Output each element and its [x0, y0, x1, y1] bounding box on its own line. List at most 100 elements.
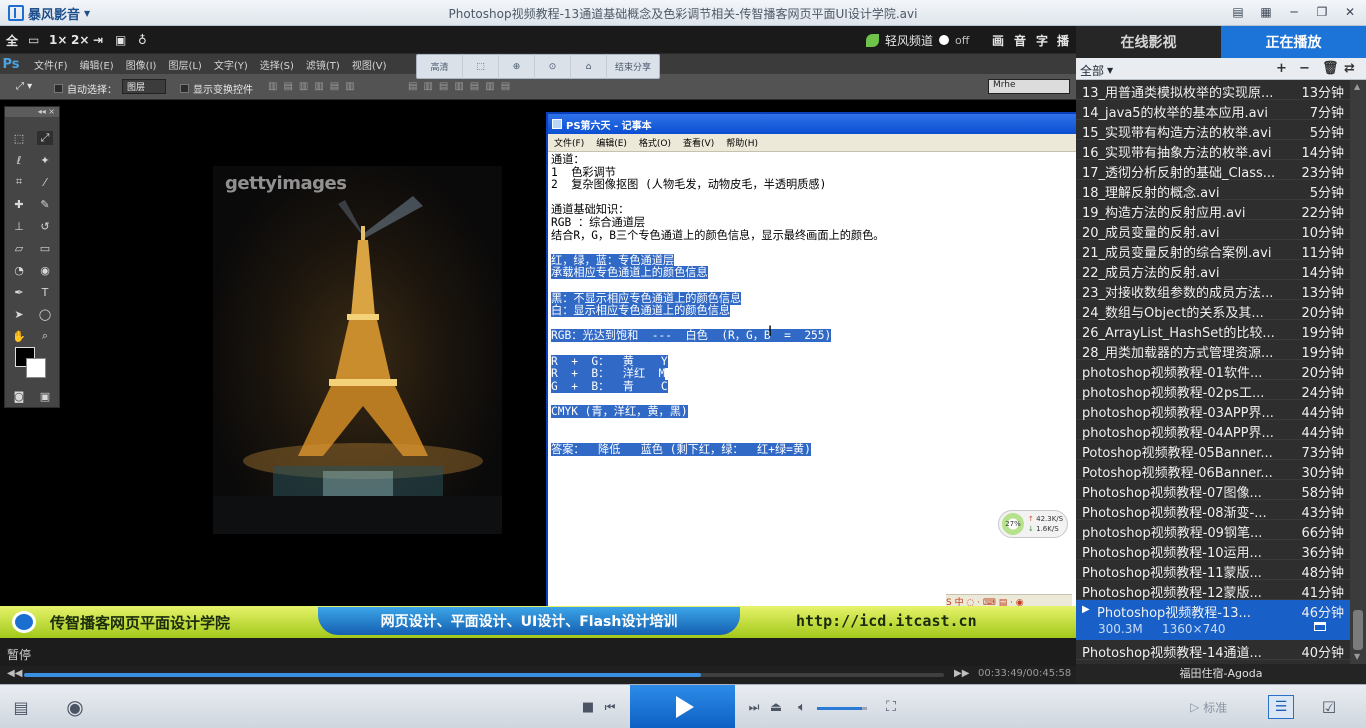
stop-button[interactable]: ■: [580, 699, 596, 715]
filter-all-dropdown[interactable]: 全部 ▼: [1080, 62, 1113, 79]
mini-mode-icon[interactable]: ▭: [28, 32, 39, 48]
transform-option: 显示变换控件: [180, 81, 253, 96]
playlist-scrollbar[interactable]: ▲ ▼: [1350, 80, 1366, 664]
fullscreen-button[interactable]: 全: [6, 32, 18, 48]
play-button[interactable]: [630, 685, 735, 728]
playlist-item[interactable]: 26_ArrayList_HashSet的比较... 19分钟: [1076, 320, 1350, 341]
subtitle-button[interactable]: 字: [1036, 32, 1048, 48]
size-1x-button[interactable]: 1×: [49, 32, 67, 48]
crop-icon[interactable]: ⬚: [463, 54, 499, 79]
file-size: 300.3M: [1098, 622, 1143, 636]
playlist-item[interactable]: photoshop视频教程-03APP界... 44分钟: [1076, 400, 1350, 421]
trash-icon[interactable]: 🗑︎: [1322, 61, 1339, 76]
layer-select: 图层: [122, 79, 166, 94]
pin-icon[interactable]: ⇥: [93, 32, 103, 48]
auto-select-option: 自动选择：: [54, 81, 117, 96]
target-icon[interactable]: ⊕: [499, 54, 535, 79]
video-frame[interactable]: Ps 文件(F) 编辑(E) 图像(I) 图层(L) 文字(Y) 选择(S) 滤…: [0, 54, 1076, 638]
screenshot-icon[interactable]: ▣: [115, 32, 126, 48]
playlist-item-name: 18_理解反射的概念.avi: [1082, 186, 1220, 201]
scroll-up-icon[interactable]: ▲: [1354, 82, 1360, 91]
playlist-item[interactable]: 28_用类加载器的方式管理资源... 19分钟: [1076, 340, 1350, 361]
playlist-item[interactable]: photoshop视频教程-02ps工... 24分钟: [1076, 380, 1350, 401]
playlist-item[interactable]: 23_对接收数组参数的成员方法... 13分钟: [1076, 280, 1350, 301]
playlist-toggle-button[interactable]: ☰: [1268, 695, 1294, 719]
open-folder-icon[interactable]: [1314, 622, 1326, 631]
playlist-item-name: 21_成员变量反射的综合案例.avi: [1082, 246, 1272, 261]
notepad-line-text: 白：显示相应专色通道上的颜色信息: [551, 304, 731, 318]
playlist-item[interactable]: Photoshop视频教程-14通道... 40分钟: [1076, 640, 1350, 661]
eject-icon[interactable]: ⏏: [768, 699, 784, 715]
playlist-item[interactable]: Photoshop视频教程-12蒙版... 41分钟: [1076, 580, 1350, 601]
playlist-item[interactable]: 16_实现带有抽象方法的枚举.avi 14分钟: [1076, 140, 1350, 161]
lightbulb-icon[interactable]: ♁: [138, 32, 147, 48]
playlist-item[interactable]: 18_理解反射的概念.avi 5分钟: [1076, 180, 1350, 201]
playback-button[interactable]: 播: [1057, 32, 1069, 48]
previous-button[interactable]: ⏮: [602, 699, 618, 715]
skin-icon[interactable]: ▦: [1258, 4, 1274, 20]
feedback-icon[interactable]: ▤: [1230, 4, 1246, 20]
remove-icon[interactable]: −: [1299, 61, 1310, 76]
sort-icon[interactable]: ⇄: [1344, 61, 1355, 76]
end-share-button[interactable]: 结束分享: [607, 54, 659, 79]
tab-online-video[interactable]: 在线影视: [1076, 26, 1221, 58]
quality-standard-button[interactable]: ▷ 标准: [1190, 697, 1227, 717]
next-button[interactable]: ⏭: [746, 699, 762, 715]
volume-icon[interactable]: 🔈︎: [794, 699, 810, 715]
minimize-button[interactable]: ─: [1286, 4, 1302, 20]
playlist-item[interactable]: 20_成员变量的反射.avi 10分钟: [1076, 220, 1350, 241]
size-2x-button[interactable]: 2×: [71, 32, 89, 48]
hd-button[interactable]: 高清: [417, 54, 463, 79]
healing-tool-icon: ✚: [14, 197, 24, 211]
gradient-tool-icon: ▭: [39, 241, 51, 255]
lightwind-toggle[interactable]: 轻风频道 off: [866, 30, 969, 50]
playlist-item[interactable]: photoshop视频教程-01软件... 20分钟: [1076, 360, 1350, 381]
playlist-item-duration: 10分钟: [1301, 226, 1344, 241]
ps-menu-layer: 图层(L): [168, 60, 202, 72]
scroll-down-icon[interactable]: ▼: [1354, 652, 1360, 661]
volume-slider[interactable]: [817, 707, 867, 710]
playlist-item[interactable]: 19_构造方法的反射应用.avi 22分钟: [1076, 200, 1350, 221]
toolbox-icon[interactable]: ▤: [8, 697, 34, 717]
playlist-item[interactable]: 17_透彻分析反射的基础_Class... 23分钟: [1076, 160, 1350, 181]
playlist-item[interactable]: 15_实现带有构造方法的枚举.avi 5分钟: [1076, 120, 1350, 141]
audio-button[interactable]: 音: [1014, 32, 1026, 48]
notepad-window: PS第六天 - 记事本 文件(F) 编辑(E) 格式(O) 查看(V) 帮助(H…: [546, 112, 1076, 638]
notepad-line-text: RGB：光达到饱和 --- 白色 (R，G，B = 255): [551, 329, 832, 343]
maximize-button[interactable]: ❐: [1314, 4, 1330, 20]
close-button[interactable]: ✕: [1342, 4, 1358, 20]
ad-footer[interactable]: 福田住宿-Agoda: [1076, 664, 1366, 684]
playlist-item-duration: 11分钟: [1301, 246, 1344, 261]
playlist-item[interactable]: 13_用普通类模拟枚举的实现原... 13分钟: [1076, 80, 1350, 101]
lightwind-label: 轻风频道: [885, 33, 934, 48]
check-box-icon[interactable]: ☑: [1316, 697, 1342, 717]
playlist-item[interactable]: 21_成员变量反射的综合案例.avi 11分钟: [1076, 240, 1350, 261]
eye-icon[interactable]: ◉: [56, 695, 94, 719]
playlist-item[interactable]: Photoshop视频教程-11蒙版... 48分钟: [1076, 560, 1350, 581]
scroll-thumb[interactable]: [1353, 610, 1363, 650]
playlist-item[interactable]: Potoshop视频教程-06Banner... 30分钟: [1076, 460, 1350, 481]
volume-level: [817, 707, 862, 710]
seek-bar[interactable]: [24, 673, 944, 677]
rewind-icon[interactable]: ◀◀: [7, 668, 22, 679]
playlist-item-current[interactable]: ▶ Photoshop视频教程-13... 46分钟 300.3M 1360×740: [1076, 600, 1350, 640]
playlist-item[interactable]: 22_成员方法的反射.avi 14分钟: [1076, 260, 1350, 281]
seek-row: ◀◀ ▶▶ 00:33:49/00:45:58: [0, 666, 1076, 684]
fullscreen-icon[interactable]: ⛶: [882, 698, 900, 716]
picture-button[interactable]: 画: [992, 32, 1004, 48]
tab-now-playing[interactable]: 正在播放: [1221, 26, 1366, 58]
playlist-item[interactable]: photoshop视频教程-04APP界... 44分钟: [1076, 420, 1350, 441]
playlist-item[interactable]: Photoshop视频教程-07图像... 58分钟: [1076, 480, 1350, 501]
playlist-item[interactable]: Photoshop视频教程-10运用... 36分钟: [1076, 540, 1350, 561]
playlist-item[interactable]: photoshop视频教程-09钢笔... 66分钟: [1076, 520, 1350, 541]
add-icon[interactable]: +: [1276, 61, 1287, 76]
playlist-item[interactable]: 14_java5的枚举的基本应用.avi 7分钟: [1076, 100, 1350, 121]
playlist-item[interactable]: 24_数组与Object的关系及其... 20分钟: [1076, 300, 1350, 321]
playlist-item[interactable]: Photoshop视频教程-08渐变-... 43分钟: [1076, 500, 1350, 521]
playlist-item-name: Photoshop视频教程-13...: [1097, 606, 1251, 621]
zoom-icon[interactable]: ⊙: [535, 54, 571, 79]
checkbox-icon: [54, 84, 63, 93]
home-icon[interactable]: ⌂: [571, 54, 607, 79]
fast-forward-icon[interactable]: ▶▶: [954, 668, 969, 679]
playlist-item[interactable]: Potoshop视频教程-05Banner... 73分钟: [1076, 440, 1350, 461]
